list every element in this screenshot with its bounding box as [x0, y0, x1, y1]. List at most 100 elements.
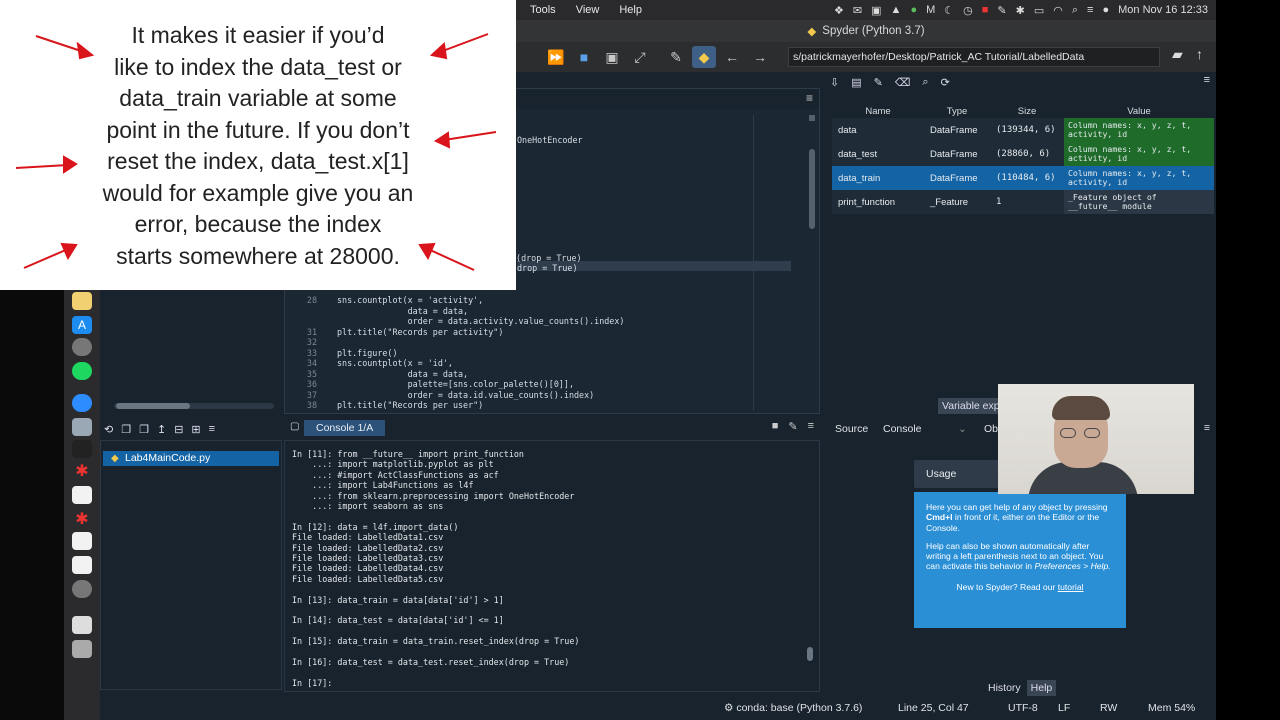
clear-console-icon[interactable]: ✎ [788, 420, 797, 433]
glasses-left [1060, 428, 1076, 438]
table-row[interactable]: data DataFrame (139344, 6) Column names: x,… [832, 118, 1214, 142]
flag-icon[interactable]: ■ [982, 4, 989, 16]
console-line: In [14]: data_test = data[data['id'] <= … [292, 615, 504, 626]
table-row[interactable]: data_test DataFrame (28860, 6) Column names… [832, 142, 1214, 166]
column-header-type[interactable]: Type [924, 104, 990, 118]
m-icon[interactable]: M [926, 4, 935, 16]
chevron-down-icon[interactable]: ⌄ [958, 423, 967, 435]
document-icon-2[interactable] [72, 532, 92, 550]
cursor-position: Line 25, Col 47 [898, 702, 969, 714]
parent-directory-icon[interactable]: ↑ [1196, 46, 1203, 62]
column-header-value[interactable]: Value [1064, 104, 1214, 118]
siri-icon[interactable]: ● [1102, 4, 1109, 16]
import-data-icon[interactable]: ⇩ [830, 76, 839, 89]
copy-icon[interactable]: ❐ [121, 423, 131, 436]
cell-type: DataFrame [924, 118, 990, 142]
document-icon[interactable] [72, 486, 92, 504]
tab-help[interactable]: Help [1026, 680, 1057, 696]
column-header-size[interactable]: Size [990, 104, 1064, 118]
save-as-icon[interactable]: ✎ [874, 76, 883, 89]
zoom-icon[interactable] [72, 394, 92, 412]
pin-icon[interactable]: ✎ [997, 4, 1006, 17]
python-path-icon[interactable]: ◆ [692, 46, 716, 68]
search-icon[interactable]: ⌕ [1072, 4, 1078, 17]
menu-view[interactable]: View [566, 4, 610, 16]
preview-icon[interactable] [72, 418, 92, 436]
refresh-icon[interactable]: ⟲ [104, 423, 113, 436]
browse-folder-icon[interactable]: ▰ [1172, 46, 1183, 63]
menu-help[interactable]: Help [609, 4, 652, 16]
tutorial-link[interactable]: tutorial [1058, 582, 1084, 592]
spider-icon-2[interactable]: ✱ [72, 510, 92, 528]
file-item-lab4maincode[interactable]: ◆ Lab4MainCode.py [103, 451, 279, 466]
table-row[interactable]: print_function _Feature 1 _Feature object o… [832, 190, 1214, 214]
console-menu-icon[interactable]: ≡ [808, 420, 814, 433]
notes-app-icon[interactable] [72, 292, 92, 310]
search-variables-icon[interactable]: ⌕ [922, 76, 928, 89]
bluetooth-icon[interactable]: ✱ [1016, 4, 1025, 17]
code-line: 33 plt.figure() [285, 348, 398, 359]
run-forward-icon[interactable]: ⏩ [544, 46, 568, 68]
menu-tools[interactable]: Tools [520, 4, 566, 16]
tab-variable-explorer[interactable]: Variable exp [938, 398, 1004, 414]
code-line-partial: OneHotEncoder [517, 135, 583, 145]
table-row[interactable]: data_train DataFrame (110484, 6) Column nam… [832, 166, 1214, 190]
help-tabs: History Help [984, 680, 1057, 696]
fullscreen-icon[interactable]: ⤢ [628, 46, 652, 68]
remove-all-icon[interactable]: ⌫ [895, 76, 911, 89]
clock[interactable]: Mon Nov 16 12:33 [1118, 4, 1208, 16]
horizontal-scrollbar[interactable] [114, 403, 274, 409]
up-icon[interactable]: ↥ [157, 423, 166, 436]
tab-history[interactable]: History [984, 680, 1025, 696]
line-number: 35 [306, 368, 317, 379]
refresh-variables-icon[interactable]: ⟳ [941, 76, 950, 89]
finder-icon[interactable] [72, 580, 92, 598]
column-header-name[interactable]: Name [832, 104, 924, 118]
code-text: plt.figure() [337, 347, 398, 358]
back-arrow-icon[interactable]: ← [720, 46, 744, 68]
cell-size: (28860, 6) [990, 142, 1064, 166]
warning-icon[interactable]: ▲ [891, 4, 902, 16]
control-center-icon[interactable]: ≡ [1087, 4, 1093, 16]
console-line: In [16]: data_test = data_test.reset_ind… [292, 657, 570, 667]
image-icon[interactable]: ▣ [871, 4, 881, 17]
forward-arrow-icon[interactable]: → [748, 46, 772, 68]
printer-icon[interactable] [72, 616, 92, 634]
expand-icon[interactable]: ⊞ [191, 423, 200, 436]
dropbox-icon[interactable]: ❖ [834, 4, 844, 17]
options-menu-icon[interactable]: ≡ [806, 91, 813, 105]
moon-icon[interactable]: ☾ [944, 4, 954, 17]
spotify-icon[interactable] [72, 362, 92, 380]
tab-console-1a[interactable]: Console 1/A [304, 420, 386, 436]
save-data-icon[interactable]: ▤ [851, 76, 861, 89]
document-icon-3[interactable] [72, 556, 92, 574]
spider-icon[interactable]: ✱ [72, 462, 92, 480]
console-line: In [11]: from __future__ import print_fu… [292, 449, 524, 459]
files-menu-icon[interactable]: ≡ [209, 423, 215, 435]
time-machine-icon[interactable]: ◷ [963, 4, 973, 17]
mail-icon[interactable]: ✉ [853, 4, 862, 17]
terminal-icon[interactable] [72, 440, 92, 458]
python-logo-icon: ◆ [807, 26, 817, 38]
wifi-icon[interactable]: ◠ [1053, 4, 1063, 17]
console-scrollbar[interactable] [807, 647, 813, 661]
working-directory-input[interactable]: s/patrickmayerhofer/Desktop/Patrick_AC T… [788, 47, 1160, 67]
maximize-pane-icon[interactable]: ▣ [600, 46, 624, 68]
collapse-icon[interactable]: ⊟ [174, 423, 183, 436]
stop-icon[interactable]: ■ [572, 46, 596, 68]
variable-explorer-menu-icon[interactable]: ≡ [1204, 74, 1210, 86]
editor-scrollbar[interactable] [809, 149, 815, 229]
trash-icon[interactable] [72, 640, 92, 658]
app-store-icon[interactable]: A [72, 316, 92, 334]
battery-icon[interactable]: ▭ [1034, 4, 1044, 17]
source-select[interactable]: Console [883, 423, 922, 435]
status-icon[interactable]: ● [910, 4, 917, 16]
ipython-console[interactable]: In [11]: from __future__ import print_fu… [284, 440, 820, 692]
paste-icon[interactable]: ❐ [139, 423, 149, 436]
help-menu-icon[interactable]: ≡ [1204, 422, 1210, 434]
system-preferences-icon[interactable] [72, 338, 92, 356]
value-line: activity, id [1068, 177, 1128, 187]
stop-console-icon[interactable]: ■ [772, 420, 779, 433]
code-line: data = data, [285, 306, 469, 317]
preferences-wrench-icon[interactable]: ✎ [664, 46, 688, 68]
